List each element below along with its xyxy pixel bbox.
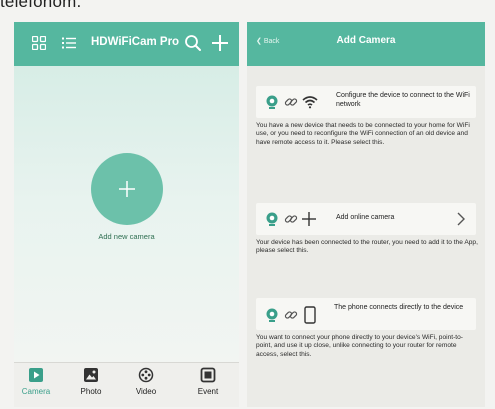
option-description: Your device has been connected to the ro… — [256, 239, 478, 255]
caption-text: telefonom. — [0, 0, 82, 11]
option-label: Configure the device to connect to the W… — [336, 92, 470, 108]
add-camera-screen: ❮ Back Add Camera Configure the device t… — [247, 22, 485, 407]
option-phone-direct-connect[interactable]: The phone connects directly to the devic… — [256, 298, 476, 330]
option-label: Add online camera — [336, 214, 395, 221]
camera-list-screen: HDWiFiCam Pro Add new camera Camera Phot… — [14, 22, 239, 407]
nav-label-event: Event — [197, 387, 219, 396]
add-camera-header: ❮ Back Add Camera — [247, 22, 485, 66]
camera-icon — [266, 212, 278, 226]
add-camera-plus-icon[interactable] — [209, 32, 231, 54]
app-header: HDWiFiCam Pro — [14, 22, 239, 66]
add-new-camera-button[interactable] — [91, 153, 163, 225]
camera-icon — [266, 308, 278, 322]
link-icon — [284, 98, 298, 106]
option-icons — [264, 211, 317, 227]
photo-icon — [83, 367, 99, 383]
page-title: Add Camera — [336, 35, 396, 46]
nav-tab-video[interactable]: Video — [124, 367, 168, 396]
plus-icon — [302, 212, 316, 226]
grid-icon[interactable] — [28, 32, 50, 54]
list-icon[interactable] — [58, 32, 80, 54]
nav-label-photo: Photo — [80, 387, 102, 396]
nav-tab-photo[interactable]: Photo — [69, 367, 113, 396]
camera-play-icon — [28, 367, 44, 383]
nav-label-camera: Camera — [21, 387, 51, 396]
camera-icon — [266, 95, 278, 109]
event-icon — [200, 367, 216, 383]
link-icon — [284, 215, 298, 223]
wifi-icon — [302, 96, 318, 109]
nav-label-video: Video — [135, 387, 157, 396]
add-camera-options: Configure the device to connect to the W… — [247, 66, 485, 407]
option-icons — [264, 94, 318, 110]
photo-of-phones: telefonom. HDWiFiCam Pro Add new camera … — [0, 0, 495, 409]
option-configure-wifi[interactable]: Configure the device to connect to the W… — [256, 86, 476, 118]
plus-icon — [119, 181, 135, 197]
search-icon[interactable] — [182, 32, 204, 54]
option-label: The phone connects directly to the devic… — [334, 304, 464, 311]
option-description: You want to connect your phone directly … — [256, 334, 463, 358]
phone-icon — [304, 306, 316, 324]
nav-tab-camera[interactable]: Camera — [14, 367, 58, 396]
option-icons — [264, 306, 316, 324]
bottom-nav: Camera Photo Video Event — [14, 362, 239, 407]
nav-tab-event[interactable]: Event — [186, 367, 230, 396]
option-add-online-camera[interactable]: Add online camera — [256, 203, 476, 235]
option-description: You have a new device that needs to be c… — [256, 122, 470, 146]
link-icon — [284, 311, 298, 319]
video-reel-icon — [138, 367, 154, 383]
add-new-camera-label[interactable]: Add new camera — [14, 232, 239, 241]
chevron-right-icon — [456, 211, 466, 232]
app-title: HDWiFiCam Pro — [91, 36, 180, 48]
